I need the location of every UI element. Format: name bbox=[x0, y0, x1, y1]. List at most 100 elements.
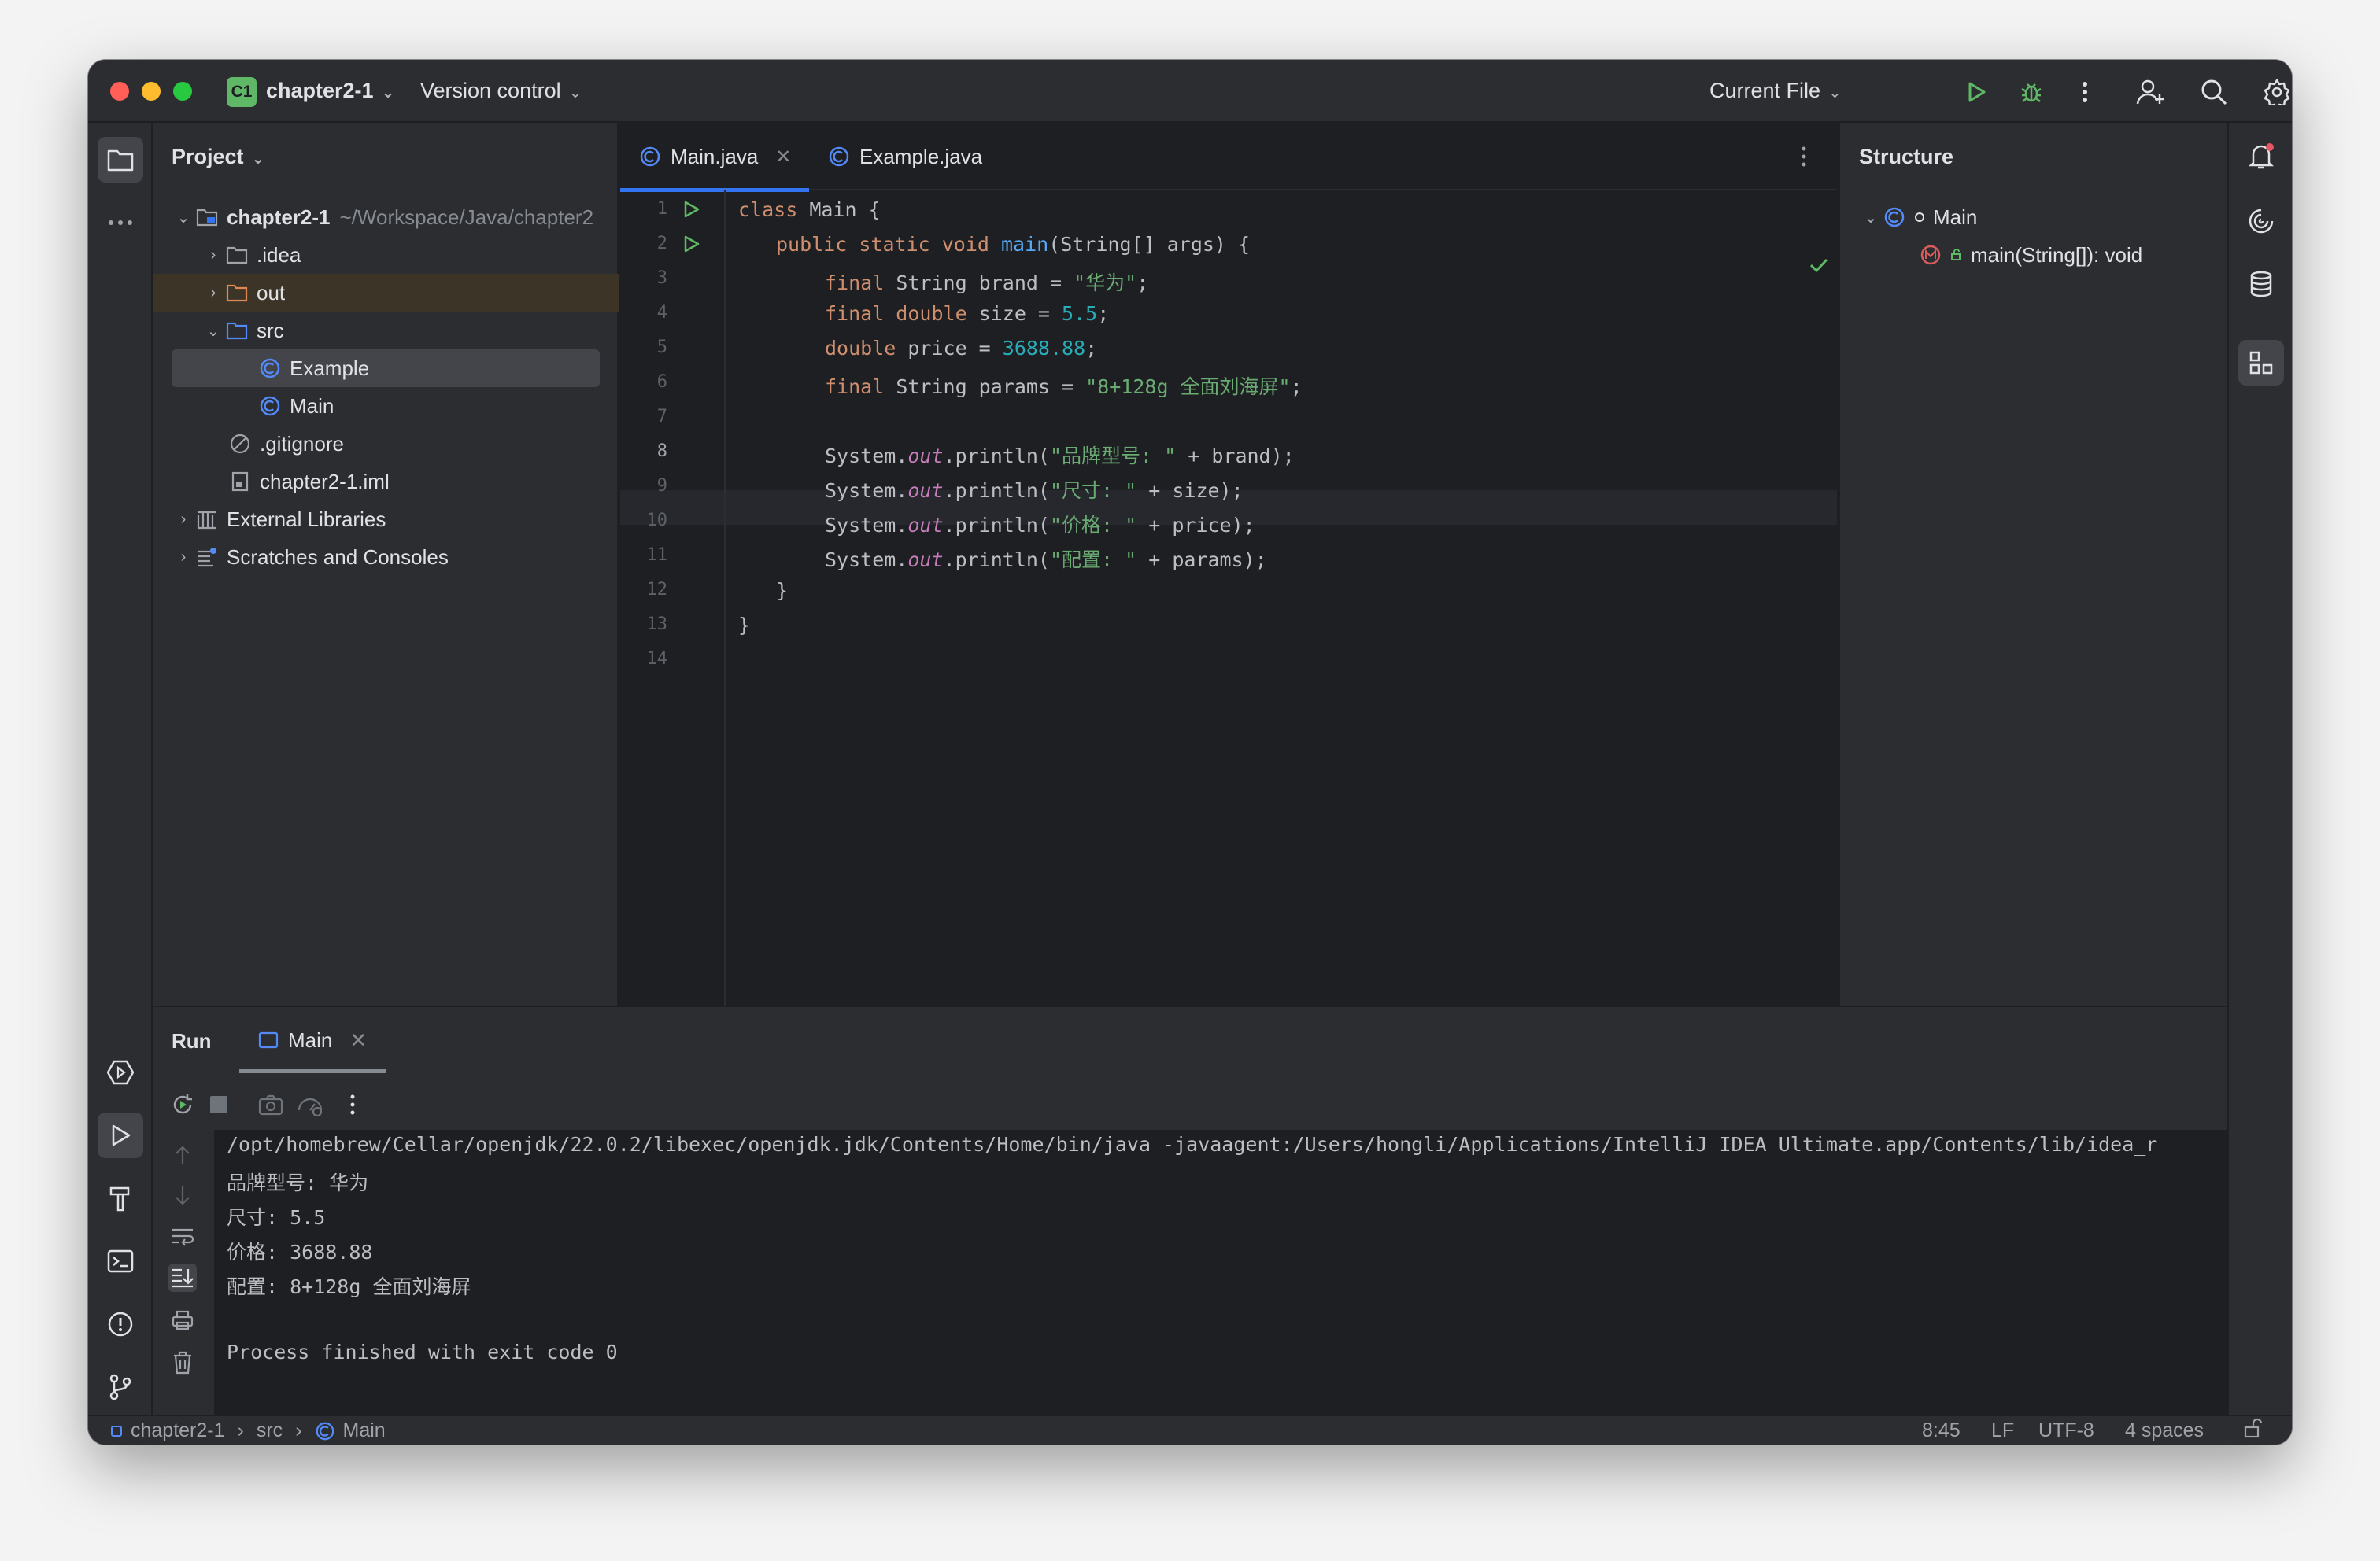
run-config-selector[interactable]: Current File ⌄ bbox=[1709, 79, 1842, 103]
close-tab-icon[interactable]: ✕ bbox=[349, 1028, 367, 1053]
code-token: final bbox=[825, 271, 885, 294]
run-icon[interactable] bbox=[1960, 76, 1993, 109]
chevron-down-icon: ⌄ bbox=[1828, 84, 1842, 101]
close-tab-icon[interactable]: ✕ bbox=[775, 146, 791, 168]
run-tool-icon[interactable] bbox=[98, 1113, 143, 1158]
code-token: ; bbox=[1085, 337, 1098, 360]
editor-more-icon[interactable] bbox=[1801, 123, 1807, 190]
tree-root-chapter2-1[interactable]: ⌄ chapter2-1 ~/Workspace/Java/chapter2 bbox=[153, 198, 619, 236]
line-number: 5 bbox=[656, 338, 667, 357]
ai-assistant-icon[interactable] bbox=[2238, 198, 2284, 244]
tree-item-scratches[interactable]: › Scratches and Consoles bbox=[153, 538, 619, 576]
inspection-ok-icon[interactable] bbox=[1809, 256, 1829, 274]
minimize-window-button[interactable] bbox=[142, 82, 161, 101]
tree-item-iml[interactable]: chapter2-1.iml bbox=[153, 463, 619, 500]
chevron-down-icon[interactable]: ⌄ bbox=[201, 321, 225, 341]
version-control-menu[interactable]: Version control ⌄ bbox=[420, 79, 582, 103]
database-icon[interactable] bbox=[2238, 261, 2284, 307]
soft-wrap-icon[interactable] bbox=[168, 1223, 197, 1251]
tab-main-java[interactable]: Main.java ✕ bbox=[620, 123, 809, 192]
read-only-lock-icon[interactable] bbox=[2241, 1418, 2264, 1440]
project-switcher[interactable]: chapter2-1 ⌄ bbox=[266, 79, 394, 103]
tree-item-label: Scratches and Consoles bbox=[227, 544, 449, 569]
notifications-bell-icon[interactable] bbox=[2238, 134, 2284, 179]
run-gutter-icon[interactable] bbox=[680, 233, 702, 255]
run-panel-header: Run Main ✕ bbox=[153, 1007, 2227, 1073]
code-token: .println( bbox=[943, 479, 1050, 502]
rerun-icon[interactable] bbox=[168, 1090, 197, 1119]
structure-tool-icon[interactable] bbox=[2238, 340, 2284, 386]
terminal-icon[interactable] bbox=[98, 1238, 143, 1284]
code-token: out bbox=[907, 445, 944, 467]
indent-setting[interactable]: 4 spaces bbox=[2125, 1419, 2204, 1442]
services-icon[interactable] bbox=[98, 1050, 143, 1095]
search-icon[interactable] bbox=[2197, 76, 2230, 109]
chevron-right-icon[interactable]: › bbox=[201, 284, 225, 302]
project-folder-icon[interactable] bbox=[98, 137, 143, 183]
chevron-right-icon[interactable]: › bbox=[201, 246, 225, 264]
snapshot-camera-icon[interactable] bbox=[257, 1090, 285, 1119]
more-actions-icon[interactable] bbox=[338, 1090, 367, 1119]
chevron-right-icon[interactable]: › bbox=[172, 511, 195, 529]
console-output[interactable]: /opt/homebrew/Cellar/openjdk/22.0.2/libe… bbox=[214, 1130, 2227, 1416]
code-token: .println( bbox=[943, 514, 1050, 537]
zoom-window-button[interactable] bbox=[173, 82, 192, 101]
close-window-button[interactable] bbox=[110, 82, 129, 101]
breadcrumb-class[interactable]: Main bbox=[343, 1419, 386, 1442]
folder-icon bbox=[225, 243, 249, 267]
run-gutter-icon[interactable] bbox=[680, 198, 702, 220]
tree-item-src[interactable]: ⌄ src bbox=[153, 312, 619, 349]
code-token: ; bbox=[1290, 375, 1303, 398]
chevron-down-icon[interactable]: ⌄ bbox=[1859, 208, 1883, 227]
root-path: ~/Workspace/Java/chapter2 bbox=[339, 205, 594, 229]
structure-class-main[interactable]: ⌄ Main bbox=[1840, 198, 2229, 236]
tree-item-main[interactable]: Main bbox=[153, 387, 619, 425]
project-badge[interactable]: C1 bbox=[227, 77, 257, 107]
breadcrumb-src[interactable]: src bbox=[257, 1419, 283, 1442]
tree-item-label: out bbox=[257, 280, 286, 304]
tree-item-external-libraries[interactable]: › External Libraries bbox=[153, 500, 619, 538]
stop-icon[interactable] bbox=[205, 1090, 233, 1119]
debug-icon[interactable] bbox=[2015, 76, 2048, 109]
breadcrumb-project[interactable]: chapter2-1 bbox=[131, 1419, 225, 1442]
root-name: chapter2-1 bbox=[227, 205, 331, 229]
tree-item-out[interactable]: › out bbox=[153, 274, 619, 312]
code-token: System. bbox=[825, 445, 908, 467]
caret-position[interactable]: 8:45 bbox=[1922, 1419, 1961, 1442]
left-tool-strip bbox=[88, 123, 153, 1415]
file-encoding[interactable]: UTF-8 bbox=[2038, 1419, 2094, 1442]
tree-item-example[interactable]: Example bbox=[172, 349, 600, 387]
line-number: 7 bbox=[656, 407, 667, 426]
problems-icon[interactable] bbox=[98, 1301, 143, 1347]
tree-item-gitignore[interactable]: .gitignore bbox=[153, 425, 619, 463]
add-user-icon[interactable] bbox=[2134, 76, 2168, 109]
more-actions-icon[interactable] bbox=[2068, 76, 2101, 109]
build-hammer-icon[interactable] bbox=[98, 1175, 143, 1221]
structure-method-main[interactable]: main(String[]): void bbox=[1840, 236, 2229, 274]
run-tab-main[interactable]: Main ✕ bbox=[239, 1007, 386, 1073]
java-class-icon bbox=[828, 146, 850, 168]
project-panel-title-label: Project bbox=[172, 145, 244, 168]
tree-item-label: chapter2-1.iml bbox=[260, 469, 390, 493]
code-token: + params); bbox=[1136, 548, 1267, 571]
code-token: "价格: " bbox=[1049, 514, 1137, 537]
code-token: out bbox=[907, 479, 944, 502]
project-panel-title[interactable]: Project ⌄ bbox=[172, 145, 264, 169]
git-branch-icon[interactable] bbox=[98, 1364, 143, 1410]
settings-gear-icon[interactable] bbox=[2260, 76, 2292, 109]
tree-item-label: .gitignore bbox=[260, 431, 344, 456]
tree-item-idea[interactable]: › .idea bbox=[153, 236, 619, 274]
tab-example-java[interactable]: Example.java bbox=[828, 123, 982, 190]
line-separator[interactable]: LF bbox=[1991, 1419, 2014, 1442]
chevron-right-icon[interactable]: › bbox=[172, 548, 195, 566]
arrow-up-icon[interactable] bbox=[168, 1141, 197, 1169]
more-tools-icon[interactable] bbox=[98, 200, 143, 245]
scroll-to-end-icon[interactable] bbox=[168, 1264, 197, 1292]
chevron-down-icon[interactable]: ⌄ bbox=[172, 208, 195, 227]
arrow-down-icon[interactable] bbox=[168, 1182, 197, 1210]
profiler-icon[interactable] bbox=[296, 1090, 324, 1119]
code-line-1: class Main { bbox=[738, 198, 881, 221]
iml-file-icon bbox=[228, 470, 252, 493]
print-icon[interactable] bbox=[168, 1306, 197, 1334]
trash-icon[interactable] bbox=[168, 1349, 197, 1377]
